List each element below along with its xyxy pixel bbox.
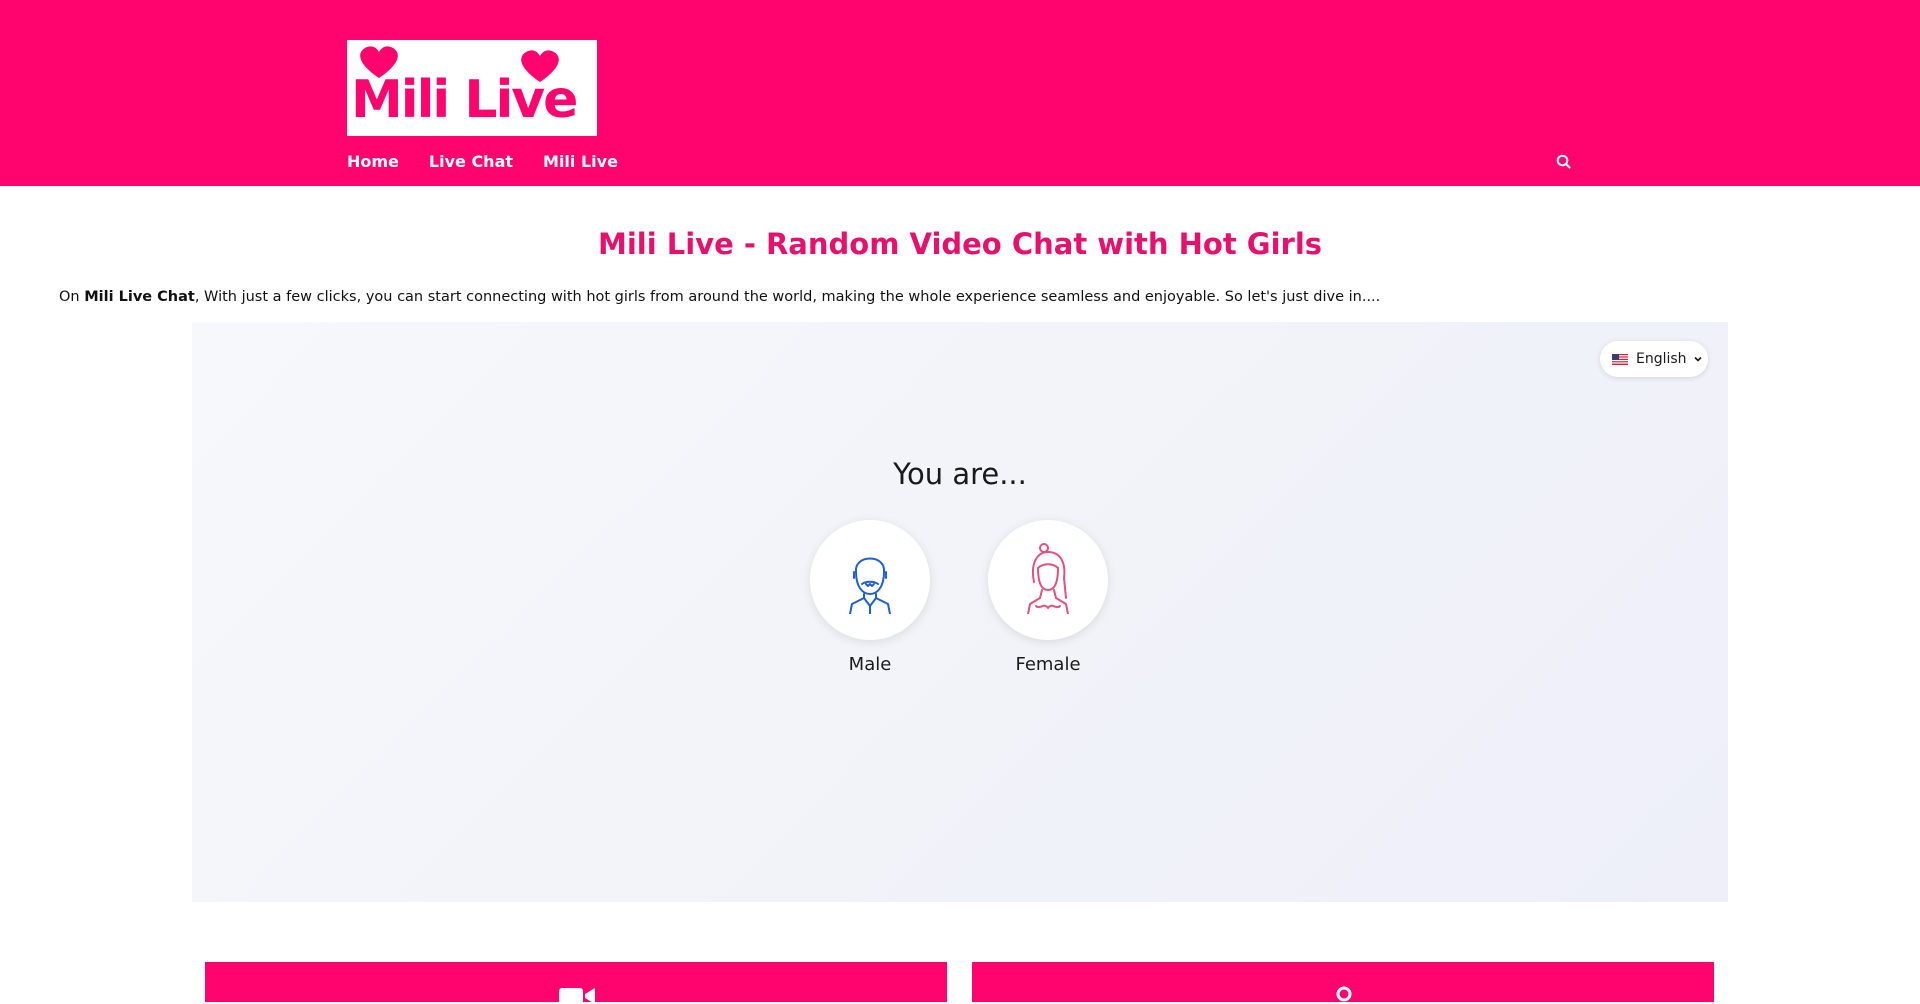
gender-option-female[interactable]: Female [978, 520, 1118, 690]
logo-text: Mili Live [351, 70, 578, 130]
male-button[interactable] [810, 520, 930, 640]
intro-text: On Mili Live Chat, With just a few click… [59, 286, 1879, 308]
language-select[interactable]: English [1600, 341, 1708, 377]
female-button[interactable] [988, 520, 1108, 640]
feature-card-video[interactable] [205, 962, 947, 1004]
intro-prefix: On [59, 289, 85, 305]
intro-rest: , With just a few clicks, you can start … [194, 289, 1381, 305]
intro-bold: Mili Live Chat [84, 289, 195, 305]
nav-item-home[interactable]: Home [347, 151, 399, 173]
male-label: Male [848, 654, 892, 675]
nav-item-live-chat[interactable]: Live Chat [429, 151, 513, 173]
feature-card-location[interactable] [972, 962, 1714, 1002]
site-logo[interactable]: Mili Live [347, 40, 597, 136]
search-icon [1556, 154, 1571, 169]
chevron-down-icon [1693, 356, 1702, 362]
female-label: Female [1015, 654, 1081, 675]
video-camera-icon [559, 988, 595, 1004]
search-button[interactable] [1553, 151, 1575, 173]
gender-option-male[interactable]: Male [800, 520, 940, 690]
female-avatar-icon [1027, 543, 1069, 614]
page-title: Mili Live - Random Video Chat with Hot G… [597, 227, 1323, 261]
language-label: English [1636, 351, 1687, 367]
gender-prompt: You are... [893, 457, 1027, 491]
location-pin-icon [1336, 986, 1352, 1002]
site-header: Mili Live Home Live Chat Mili Live [0, 0, 1920, 186]
chat-widget: English You are... Male Female [192, 322, 1728, 902]
main-nav: Home Live Chat Mili Live [347, 151, 648, 173]
male-avatar-icon [849, 557, 891, 614]
nav-item-mili-live[interactable]: Mili Live [543, 151, 618, 173]
us-flag-icon [1612, 353, 1628, 365]
